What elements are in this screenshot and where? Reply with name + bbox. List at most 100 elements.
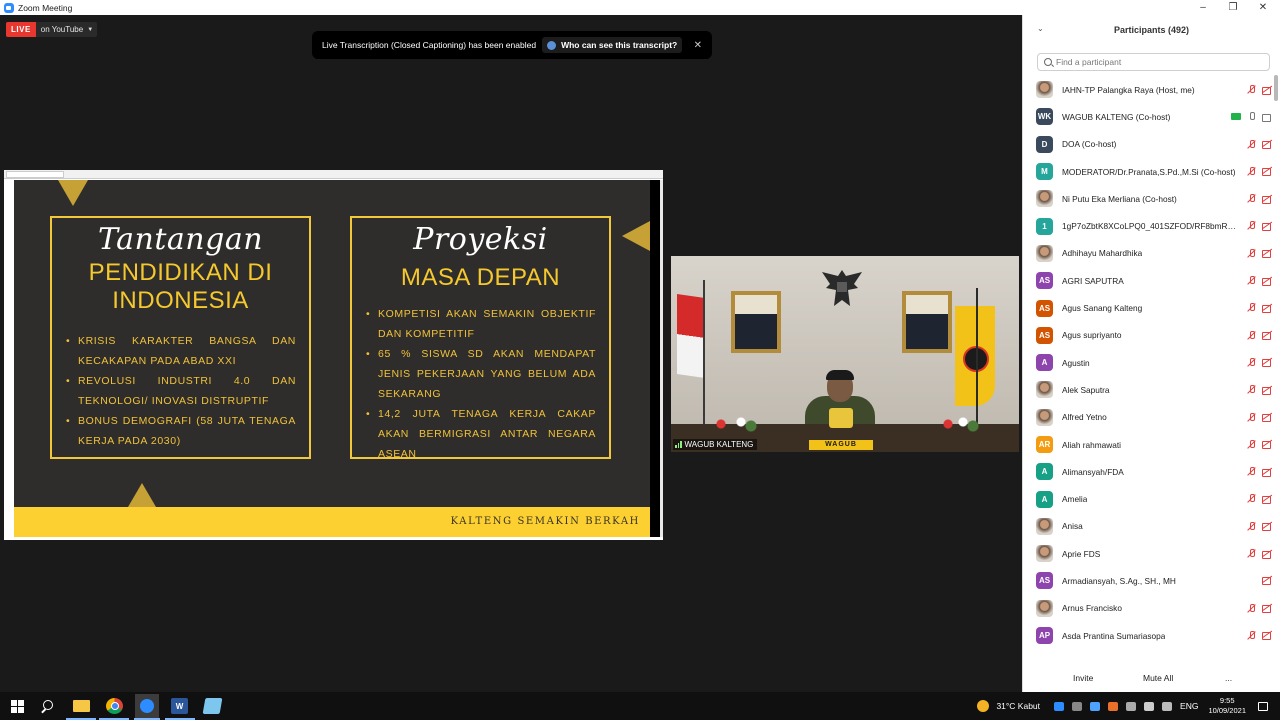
participant-row[interactable]: A Alimansyah/FDA	[1023, 458, 1273, 485]
video-camera-off-icon[interactable]	[1262, 604, 1273, 614]
zoom-tray-icon[interactable]	[1054, 701, 1065, 711]
participants-list[interactable]: IAHN-TP Palangka Raya (Host, me) WK WAGUB …	[1023, 76, 1273, 658]
taskbar-search-icon[interactable]	[40, 698, 57, 714]
microphone-muted-icon[interactable]	[1247, 494, 1256, 503]
video-camera-off-icon[interactable]	[1262, 468, 1273, 477]
video-camera-off-icon[interactable]	[1262, 522, 1273, 532]
close-notification-icon[interactable]: ✕	[694, 40, 702, 51]
participant-row[interactable]: Alfred Yetno	[1023, 404, 1273, 431]
participant-search-input[interactable]	[1056, 57, 1256, 67]
shared-screen-scrollbar[interactable]	[660, 180, 663, 537]
participant-row[interactable]: AS Armadiansyah, S.Ag., SH., MH	[1023, 567, 1273, 594]
microphone-icon[interactable]	[1247, 112, 1256, 121]
microphone-muted-icon[interactable]	[1247, 630, 1256, 640]
tray-app-icon[interactable]	[1108, 701, 1119, 711]
taskbar-clock[interactable]: 9:55 10/09/2021	[1208, 696, 1246, 716]
microphone-muted-icon[interactable]	[1247, 439, 1256, 449]
microphone-muted-icon[interactable]	[1247, 521, 1256, 531]
close-icon[interactable]: ✕	[1248, 0, 1278, 15]
video-camera-off-icon[interactable]	[1262, 386, 1273, 395]
video-camera-off-icon[interactable]	[1262, 631, 1273, 641]
microphone-muted-icon[interactable]	[1247, 385, 1256, 394]
video-camera-off-icon[interactable]	[1262, 495, 1273, 504]
participant-search[interactable]	[1037, 53, 1270, 71]
file-explorer-icon[interactable]	[73, 700, 90, 712]
language-indicator[interactable]: ENG	[1180, 701, 1198, 711]
video-camera-off-icon[interactable]	[1262, 440, 1273, 450]
participant-row[interactable]: AP Asda Prantina Sumariasopa	[1023, 622, 1273, 649]
participants-scrollbar[interactable]	[1274, 75, 1278, 101]
video-camera-off-icon[interactable]	[1262, 222, 1273, 231]
video-camera-off-icon[interactable]	[1262, 86, 1273, 95]
microphone-muted-icon[interactable]	[1247, 85, 1256, 94]
live-destination-label: on YouTube	[40, 25, 84, 34]
microphone-muted-icon[interactable]	[1247, 357, 1256, 367]
participant-row[interactable]: D DOA (Co-host)	[1023, 131, 1273, 158]
invite-button[interactable]: Invite	[1067, 670, 1099, 686]
participant-row[interactable]: AS Agus supriyanto	[1023, 322, 1273, 349]
participant-row[interactable]: AR Aliah rahmawati	[1023, 431, 1273, 458]
notes-app-icon[interactable]	[202, 698, 223, 714]
minimize-icon[interactable]: –	[1188, 0, 1218, 15]
participant-row[interactable]: 1 1gP7oZbtK8XCoLPQ0_401SZFOD/RF8bmRyaA...	[1023, 212, 1273, 239]
microphone-muted-icon[interactable]	[1247, 139, 1256, 149]
video-camera-off-icon[interactable]	[1262, 331, 1273, 341]
maximize-icon[interactable]: ❐	[1218, 0, 1248, 15]
microphone-muted-icon[interactable]	[1247, 248, 1256, 258]
chrome-icon[interactable]	[106, 698, 123, 714]
tray-app-icon[interactable]	[1072, 701, 1083, 711]
video-camera-off-icon[interactable]	[1262, 358, 1273, 368]
video-camera-off-icon[interactable]	[1262, 140, 1273, 150]
weather-text[interactable]: 31°C Kabut	[996, 701, 1040, 711]
microphone-muted-icon[interactable]	[1247, 303, 1256, 312]
participant-row[interactable]: WK WAGUB KALTENG (Co-host)	[1023, 103, 1273, 130]
participant-row[interactable]: IAHN-TP Palangka Raya (Host, me)	[1023, 76, 1273, 103]
participant-row[interactable]: Adhihayu Mahardhika	[1023, 240, 1273, 267]
weather-icon[interactable]	[977, 700, 990, 712]
video-camera-off-icon[interactable]	[1262, 550, 1273, 559]
participant-row[interactable]: AS Agus Sanang Kalteng	[1023, 294, 1273, 321]
participant-row[interactable]: Anisa	[1023, 513, 1273, 540]
volume-icon[interactable]	[1162, 701, 1173, 711]
participant-row[interactable]: Ni Putu Eka Merliana (Co-host)	[1023, 185, 1273, 212]
live-streaming-button[interactable]: LIVE on YouTube ▼	[6, 22, 98, 37]
mute-all-button[interactable]: Mute All	[1137, 670, 1179, 686]
word-icon[interactable]: W	[171, 698, 188, 714]
video-camera-icon[interactable]	[1262, 113, 1273, 122]
microphone-muted-icon[interactable]	[1247, 194, 1256, 203]
zoom-taskbar-icon[interactable]	[135, 694, 159, 718]
participant-row[interactable]: M MODERATOR/Dr.Pranata,S.Pd.,M.Si (Co-hos…	[1023, 158, 1273, 185]
video-camera-off-icon[interactable]	[1262, 277, 1273, 286]
video-camera-off-icon[interactable]	[1262, 576, 1273, 586]
microphone-muted-icon[interactable]	[1247, 412, 1256, 422]
network-icon[interactable]	[1126, 701, 1137, 711]
participant-row[interactable]: Aprie FDS	[1023, 540, 1273, 567]
video-tile[interactable]: WAGUB WAGUB KALTENG	[671, 256, 1019, 452]
microphone-muted-icon[interactable]	[1247, 549, 1256, 558]
windows-start-icon[interactable]	[10, 698, 27, 714]
video-camera-off-icon[interactable]	[1262, 249, 1273, 259]
video-camera-off-icon[interactable]	[1262, 195, 1273, 204]
microphone-muted-icon[interactable]	[1247, 603, 1256, 613]
collapse-chevron-icon[interactable]: ⌄	[1037, 24, 1044, 33]
microphone-muted-icon[interactable]	[1247, 221, 1256, 230]
microphone-muted-icon[interactable]	[1247, 467, 1256, 476]
participant-row[interactable]: A Agustin	[1023, 349, 1273, 376]
video-camera-off-icon[interactable]	[1262, 304, 1273, 313]
notification-center-icon[interactable]	[1258, 701, 1268, 711]
who-can-see-transcript-button[interactable]: Who can see this transcript?	[542, 37, 683, 53]
participant-row[interactable]: AS AGRI SAPUTRA	[1023, 267, 1273, 294]
participant-row[interactable]: Alek Saputra	[1023, 376, 1273, 403]
participant-name: MODERATOR/Dr.Pranata,S.Pd.,M.Si (Co-host…	[1062, 166, 1236, 177]
more-options-button[interactable]: ...	[1219, 670, 1238, 686]
microphone-muted-icon[interactable]	[1247, 276, 1256, 285]
microphone-muted-icon[interactable]	[1247, 330, 1256, 340]
video-camera-off-icon[interactable]	[1262, 167, 1273, 177]
microphone-muted-icon[interactable]	[1247, 166, 1256, 176]
participant-status-icons	[1247, 330, 1273, 341]
tray-app-icon[interactable]	[1090, 701, 1101, 711]
video-camera-off-icon[interactable]	[1262, 413, 1273, 423]
battery-icon[interactable]	[1144, 701, 1155, 711]
participant-row[interactable]: A Amelia	[1023, 485, 1273, 512]
participant-row[interactable]: Arnus Francisko	[1023, 595, 1273, 622]
